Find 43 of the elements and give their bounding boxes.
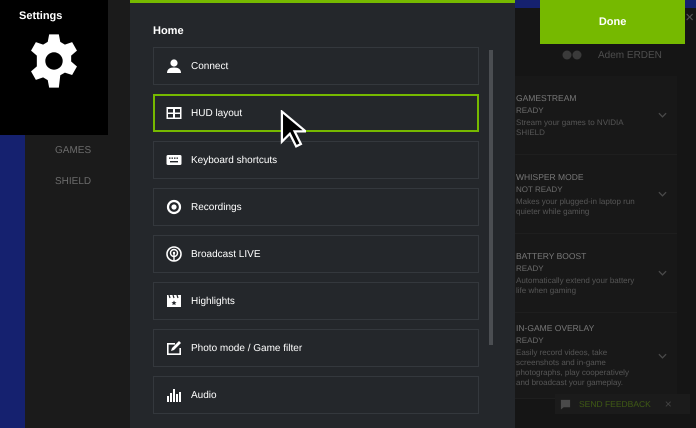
menu-item[interactable]: Keyboard shortcuts — [153, 141, 479, 179]
avatar-icon — [560, 48, 584, 62]
menu-item[interactable]: Broadcast LIVE — [153, 235, 479, 273]
done-button[interactable]: Done — [540, 0, 686, 44]
feature-status: READY — [516, 336, 545, 345]
photo-edit-icon — [166, 340, 182, 356]
feature-title: IN-GAME OVERLAY — [516, 323, 596, 333]
section-heading: Home — [153, 25, 185, 37]
feature-description: Easily record videos, take screenshots and in-game photographs, play cooperatively and broadcast your gameplay. — [516, 348, 630, 388]
menu-item[interactable]: Recordings — [153, 188, 479, 226]
cursor-icon — [280, 110, 306, 148]
menu-item[interactable]: Audio — [153, 376, 479, 414]
grid-icon — [166, 105, 182, 121]
feature-description: Stream your games to NVIDIA SHIELD — [516, 118, 624, 138]
menu-item[interactable]: Highlights — [153, 282, 479, 320]
feature-status: READY — [516, 106, 545, 114]
feature-description: Automatically extend your battery life when gaming — [516, 276, 636, 296]
feature-title: WHISPER MODE — [516, 172, 585, 182]
feature-title: GAMESTREAM — [516, 92, 578, 102]
menu-item[interactable]: Connect — [153, 47, 479, 85]
chevron-icon[interactable] — [658, 191, 667, 197]
chevron-icon[interactable] — [658, 352, 667, 358]
feature-status: NOT READY — [516, 184, 564, 194]
chevron-icon[interactable] — [658, 270, 667, 276]
clapperboard-icon — [166, 293, 182, 309]
sidebar-item[interactable]: SHIELD — [55, 176, 92, 187]
user-name: Adem ERDEN — [598, 50, 662, 60]
record-icon — [166, 199, 182, 215]
menu-item[interactable]: Photo mode / Game filter — [153, 329, 479, 367]
scrollbar-thumb[interactable] — [489, 50, 493, 345]
person-icon — [166, 58, 182, 74]
sidebar-item[interactable]: GAMES — [55, 145, 92, 156]
broadcast-icon — [166, 246, 182, 262]
menu-item[interactable]: HUD layout — [153, 94, 479, 132]
feature-title: BATTERY BOOST — [516, 250, 588, 260]
keyboard-icon — [166, 152, 182, 168]
panel-title: Settings — [19, 10, 62, 22]
chevron-icon[interactable] — [658, 112, 667, 118]
close-button[interactable]: × — [685, 9, 694, 26]
audio-bars-icon — [166, 387, 182, 403]
send-feedback-link[interactable]: SEND FEEDBACK — [579, 399, 651, 409]
feature-status: READY — [516, 264, 545, 272]
feature-description: Makes your plugged-in laptop run quieter while gaming — [516, 196, 636, 216]
